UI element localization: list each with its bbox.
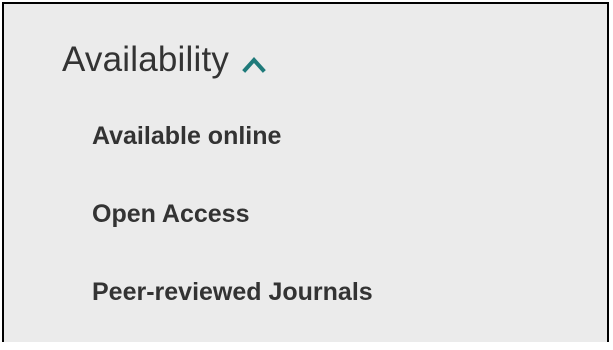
availability-option-open-access[interactable]: Open Access [92, 194, 373, 234]
availability-options-list: Available online Open Access Peer-review… [92, 116, 373, 350]
availability-option-available-online[interactable]: Available online [92, 116, 373, 156]
availability-facet-toggle[interactable]: Availability [62, 40, 267, 80]
availability-facet-panel: Availability Available online Open Acces… [2, 2, 609, 342]
availability-facet-title: Availability [62, 40, 230, 79]
availability-option-peer-reviewed-journals[interactable]: Peer-reviewed Journals [92, 272, 373, 312]
availability-option-label: Peer-reviewed Journals [92, 278, 373, 306]
availability-option-label: Available online [92, 122, 282, 150]
chevron-up-icon[interactable] [241, 54, 267, 74]
availability-option-label: Open Access [92, 200, 250, 228]
